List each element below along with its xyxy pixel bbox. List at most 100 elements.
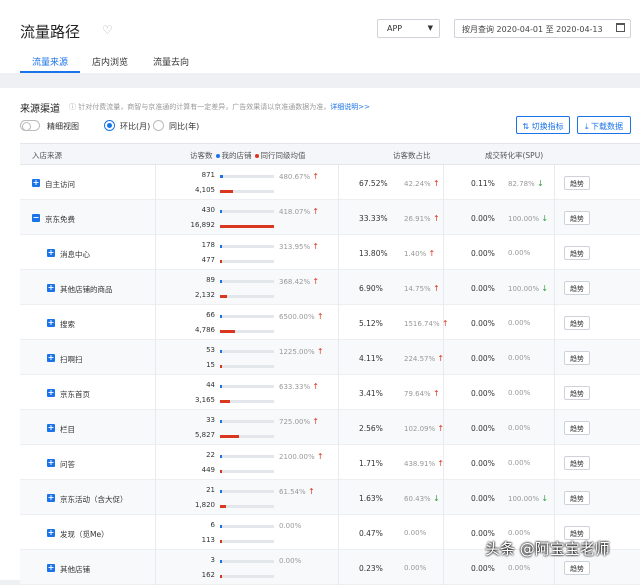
section-note: ⓘ 针对付费流量，商智与京准通的计算有一定差异，广告效果请以京准通数据为准，详细… xyxy=(69,102,370,112)
expand-toggle-icon[interactable]: − xyxy=(32,214,40,222)
radio-yoy[interactable] xyxy=(153,120,164,131)
trend-button[interactable]: 趋势 xyxy=(564,491,590,505)
share-change: 42.24% ↑ xyxy=(404,179,440,188)
tab-in-store-browsing[interactable]: 店内浏览 xyxy=(92,50,128,73)
share-change: 1.40% ↑ xyxy=(404,249,435,258)
peer-avg-bar xyxy=(220,190,234,193)
date-range-value: 2020-04-01 至 2020-04-13 xyxy=(496,25,603,34)
share-change: 60.43% ↓ xyxy=(404,494,440,503)
expand-toggle-icon[interactable]: + xyxy=(47,389,55,397)
my-store-bar-track xyxy=(220,455,274,458)
peer-avg-bar-track xyxy=(220,435,274,438)
peer-avg-bar xyxy=(220,225,274,228)
arrow-up-icon: ↑ xyxy=(312,207,320,216)
note-text: 针对付费流量，商智与京准通的计算有一定差异，广告效果请以京准通数据为准， xyxy=(78,103,331,111)
expand-toggle-icon[interactable]: + xyxy=(47,529,55,537)
visitor-share: 3.41% xyxy=(359,389,383,398)
tab-traffic-destination[interactable]: 流量去向 xyxy=(153,50,189,73)
expand-toggle-icon[interactable]: + xyxy=(47,284,55,292)
conversion-change: 0.00% xyxy=(508,529,530,537)
detail-link[interactable]: 详细说明>> xyxy=(330,103,370,111)
trend-button[interactable]: 趋势 xyxy=(564,421,590,435)
share-change: 14.75% ↑ xyxy=(404,284,440,293)
source-name: 其他店铺的商品 xyxy=(60,285,113,294)
my-store-bar-track xyxy=(220,560,274,563)
conversion-rate: 0.00% xyxy=(471,354,495,363)
conversion-change-value: 100.00% xyxy=(508,285,540,293)
visitors-change-value: 0.00% xyxy=(279,557,302,565)
expand-toggle-icon[interactable]: + xyxy=(47,459,55,467)
fine-view-toggle[interactable] xyxy=(20,120,40,131)
my-store-visitors: 33 xyxy=(206,416,215,424)
visitors-change-value: 61.54% xyxy=(279,488,306,496)
arrow-up-icon: ↑ xyxy=(437,459,445,468)
switch-icon: ⇅ xyxy=(522,122,532,131)
trend-button[interactable]: 趋势 xyxy=(564,561,590,575)
conversion-change: 0.00% xyxy=(508,459,530,467)
visitors-change: 725.00% ↑ xyxy=(279,417,319,426)
my-store-bar xyxy=(220,490,222,493)
calendar-icon xyxy=(616,23,625,32)
date-range-picker[interactable]: 按月查询 2020-04-01 至 2020-04-13 xyxy=(454,19,631,38)
tab-traffic-source[interactable]: 流量来源 xyxy=(20,50,80,73)
visitors-change: 2100.00% ↑ xyxy=(279,452,324,461)
trend-button[interactable]: 趋势 xyxy=(564,176,590,190)
peer-avg-visitors: 449 xyxy=(201,466,215,474)
visitors-change: 0.00% xyxy=(279,557,301,565)
trend-button[interactable]: 趋势 xyxy=(564,351,590,365)
arrow-down-icon: ↓ xyxy=(541,494,549,503)
switch-metrics-button[interactable]: ⇅ 切换指标 xyxy=(516,116,570,134)
trend-button[interactable]: 趋势 xyxy=(564,386,590,400)
trend-button[interactable]: 趋势 xyxy=(564,281,590,295)
share-change: 79.64% ↑ xyxy=(404,389,440,398)
share-change-value: 14.75% xyxy=(404,285,431,293)
expand-toggle-icon[interactable]: + xyxy=(47,564,55,572)
fine-view-label: 精细视图 xyxy=(47,122,79,131)
my-store-visitors: 44 xyxy=(206,381,215,389)
visitors-change-value: 725.00% xyxy=(279,418,311,426)
conversion-rate: 0.00% xyxy=(471,459,495,468)
expand-toggle-icon[interactable]: + xyxy=(32,179,40,187)
radio-mom-label: 环比(月) xyxy=(120,122,151,131)
arrow-up-icon: ↑ xyxy=(432,214,440,223)
trend-button[interactable]: 趋势 xyxy=(564,246,590,260)
arrow-up-icon: ↑ xyxy=(316,347,324,356)
conversion-rate: 0.00% xyxy=(471,424,495,433)
my-store-visitors: 430 xyxy=(201,206,215,214)
peer-avg-bar-track xyxy=(220,260,274,263)
my-store-bar xyxy=(220,280,222,283)
expand-toggle-icon[interactable]: + xyxy=(47,249,55,257)
visitors-change-value: 368.42% xyxy=(279,278,311,286)
trend-button[interactable]: 趋势 xyxy=(564,456,590,470)
source-name: 栏目 xyxy=(60,425,75,434)
visitor-share: 1.71% xyxy=(359,459,383,468)
expand-toggle-icon[interactable]: + xyxy=(47,424,55,432)
my-store-visitors: 53 xyxy=(206,346,215,354)
conversion-change-value: 0.00% xyxy=(508,529,531,537)
source-name: 京东活动（含大促） xyxy=(60,495,128,504)
share-change: 102.09% ↑ xyxy=(404,424,444,433)
platform-select[interactable]: APP ▼ xyxy=(377,19,440,38)
visitors-change-value: 313.95% xyxy=(279,243,311,251)
visitor-share: 1.63% xyxy=(359,494,383,503)
share-change-value: 42.24% xyxy=(404,180,431,188)
trend-button[interactable]: 趋势 xyxy=(564,316,590,330)
my-store-bar xyxy=(220,420,222,423)
radio-mom[interactable] xyxy=(104,120,115,131)
arrow-down-icon: ↓ xyxy=(536,179,544,188)
arrow-up-icon: ↑ xyxy=(432,389,440,398)
table-row: − 京东免费 430 16,892 418.07% ↑ 33.33% 26.91… xyxy=(20,200,640,235)
my-store-dot-icon xyxy=(215,153,220,158)
expand-toggle-icon[interactable]: + xyxy=(47,319,55,327)
my-store-bar-track xyxy=(220,420,274,423)
expand-toggle-icon[interactable]: + xyxy=(47,494,55,502)
peer-avg-bar xyxy=(220,435,239,438)
favorite-heart-icon[interactable]: ♡ xyxy=(102,23,113,37)
my-store-bar xyxy=(220,210,222,213)
share-change-value: 26.91% xyxy=(404,215,431,223)
peer-avg-bar xyxy=(220,400,231,403)
trend-button[interactable]: 趋势 xyxy=(564,211,590,225)
download-data-button[interactable]: ⤓ 下载数据 xyxy=(577,116,631,134)
expand-toggle-icon[interactable]: + xyxy=(47,354,55,362)
arrow-up-icon: ↑ xyxy=(437,424,445,433)
